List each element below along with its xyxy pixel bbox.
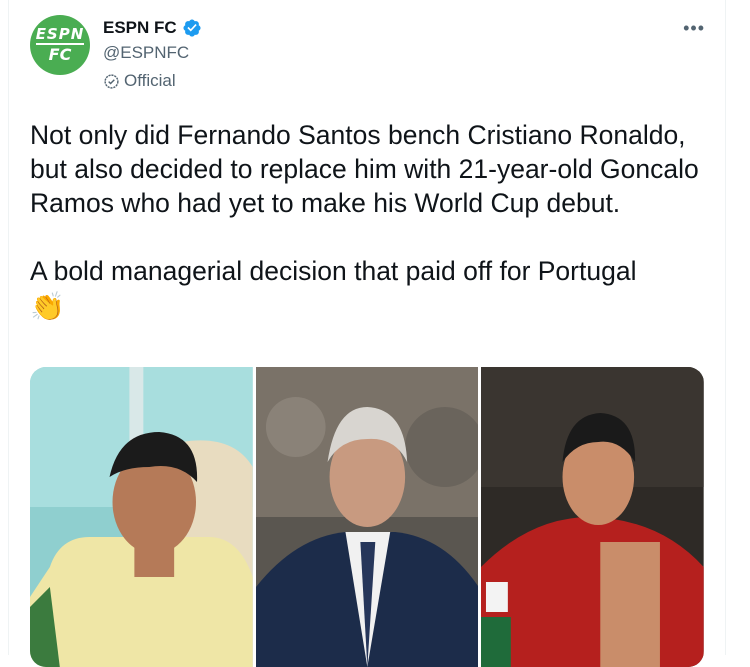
tweet-paragraph-1: Not only did Fernando Santos bench Crist…: [30, 120, 699, 218]
display-name[interactable]: ESPN FC: [103, 18, 177, 38]
account-avatar[interactable]: ESPN FC: [30, 15, 90, 75]
official-label-icon: [104, 73, 119, 89]
verified-badge-icon: [183, 19, 201, 37]
name-row: ESPN FC: [103, 18, 202, 38]
official-text: Official: [124, 71, 176, 90]
tweet-paragraph-2: A bold managerial decision that paid off…: [30, 256, 637, 286]
avatar-text-bottom: FC: [48, 45, 72, 64]
tweet-text: Not only did Fernando Santos bench Crist…: [30, 118, 710, 324]
avatar-text-top: ESPN: [35, 25, 85, 45]
tweet-card: ESPN FC ESPN FC @ESPNFC Official ••• Not…: [8, 0, 726, 667]
official-label: Official: [103, 71, 176, 91]
media-grid[interactable]: [30, 367, 704, 667]
more-options-icon[interactable]: •••: [683, 18, 705, 39]
ronaldo-photo[interactable]: [30, 367, 253, 667]
clapping-hands-icon: 👏: [30, 291, 65, 322]
ramos-photo[interactable]: [481, 367, 704, 667]
santos-photo[interactable]: [255, 367, 479, 667]
account-handle[interactable]: @ESPNFC: [103, 43, 189, 63]
